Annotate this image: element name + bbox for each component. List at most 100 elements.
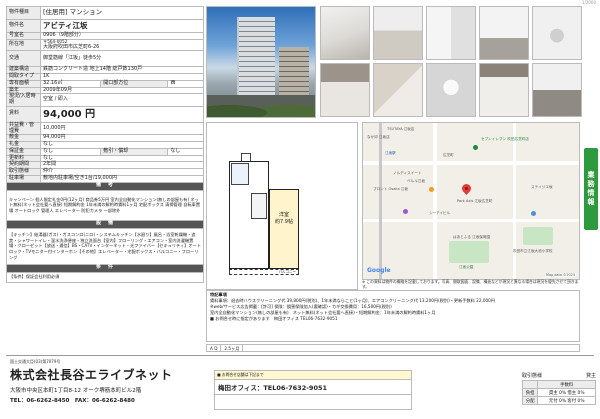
ad-label: A D bbox=[207, 345, 222, 351]
transaction-title: 取引態様 bbox=[522, 373, 543, 379]
spec-table: 物件種目 [住居用] マンション 物件名 アビティ江坂 号室名 0906（9階部… bbox=[6, 6, 204, 283]
map-label: 吹田市立江坂大池小学校 bbox=[513, 249, 553, 253]
map-road bbox=[513, 123, 516, 279]
room-label: 号室名 bbox=[6, 32, 41, 40]
address-cell: 〒564-0052 大阪府吹田市広芝町6-26 bbox=[40, 38, 204, 52]
special-notes: 特記事項 賃料事項：退去時ハウスクリーニング代 39,800円(税別)、1年未満… bbox=[206, 290, 580, 342]
map-label: TSUTAYA 江坂店 bbox=[387, 127, 415, 131]
parking-label: 駐車場 bbox=[6, 174, 41, 183]
bathroom-area bbox=[231, 163, 249, 185]
map-label: セブンイレブン 吹田広芝町店 bbox=[481, 137, 529, 141]
license-number: 国土交通大臣(03)第7079号 bbox=[10, 359, 61, 364]
access-value: 御堂筋線「江坂」徒歩5分 bbox=[40, 50, 204, 68]
type-label: 物件種目 bbox=[6, 6, 41, 20]
equipment-heading: 設 備 bbox=[6, 219, 204, 229]
rent-label: 賃料 bbox=[6, 105, 41, 123]
map-label: 広芝町 bbox=[443, 153, 454, 157]
floor-plan[interactable]: 洋室 約7.9帖 バルコニー bbox=[206, 122, 358, 290]
company-phone: TEL：06-6262-8450 FAX：06-6262-8480 bbox=[10, 398, 135, 404]
photo-thumbnail[interactable] bbox=[532, 6, 582, 60]
special-notes-line: ■ お問合せ時に指定があります 梅田オフィス TEL06-7632-9051 bbox=[210, 316, 338, 322]
map-railway bbox=[379, 123, 382, 279]
map-label: ベルル江坂 bbox=[407, 179, 425, 183]
parking-value: 敷地内駐車場/空き1台/19,000円 bbox=[40, 174, 204, 183]
map-park bbox=[523, 227, 553, 245]
map-label: プロント Osaka 江坂 bbox=[373, 187, 408, 191]
property-location-pin-icon[interactable] bbox=[460, 182, 473, 196]
opening-label: 開口部方位 bbox=[100, 79, 169, 88]
map-park bbox=[449, 241, 489, 263]
main-room-label: 洋室 bbox=[278, 212, 289, 218]
map-label: なか卯 江坂店 bbox=[367, 135, 390, 139]
company-footer: 国土交通大臣(03)第7079号 株式会社長谷エライブネット 大阪市中央区本町1… bbox=[6, 355, 596, 415]
contact-box: ■ お問合せ店舗は下記まで 梅田オフィス：TEL06-7632-9051 bbox=[214, 370, 412, 410]
company-name: 株式会社長谷エライブネット bbox=[10, 368, 173, 382]
property-name: アビティ江坂 bbox=[40, 19, 204, 33]
remarks-text: キャンペーン 個人限定礼金0円(12ヶ月) 商品券5万円 室内全自動化マンション… bbox=[6, 189, 204, 221]
restaurant-marker-icon[interactable] bbox=[429, 187, 434, 192]
type-value: [住居用] マンション bbox=[40, 6, 204, 20]
kitchen-area bbox=[251, 193, 267, 219]
contact-note: ■ お問合せ店舗は下記まで bbox=[215, 371, 411, 379]
photo-thumbnail[interactable] bbox=[426, 6, 476, 60]
contact-office[interactable]: 梅田オフィス：TEL06-7632-9051 bbox=[215, 379, 411, 394]
pin-core bbox=[465, 186, 468, 190]
shop-marker-icon[interactable] bbox=[473, 145, 478, 150]
page-number: 1/2000 bbox=[581, 0, 596, 5]
map-disclaimer: ※ この資料は物件の概略を記載しております。写真、間取図面、設備、構造などが現況… bbox=[362, 279, 579, 289]
contact-blank-row bbox=[215, 394, 411, 406]
photo-thumbnail[interactable] bbox=[373, 63, 423, 117]
photo-thumbnail-grid bbox=[320, 6, 582, 117]
photo-thumbnail[interactable] bbox=[320, 63, 370, 117]
name-label: 物件名 bbox=[6, 19, 41, 33]
map-label: シーアイビル bbox=[429, 211, 451, 215]
map-label: はあとふる 江坂保育園 bbox=[453, 235, 491, 239]
street-trees-graphic bbox=[207, 95, 315, 117]
business-info-tab[interactable]: 業務情報 bbox=[584, 148, 598, 230]
transaction-terms: 取引態様 貸主 手数料 負担 貸主 0% 借主 0% 分配 元付 0% 客付 0… bbox=[521, 372, 596, 405]
transaction-header: 取引態様 貸主 bbox=[522, 372, 596, 379]
structure-value: 鉄筋コンクリート造 地上14階 総戸数130戸 bbox=[40, 66, 204, 75]
company-address: 大阪市中央区本町1丁目8-12 オーク堺筋本町ビル2階 bbox=[10, 388, 142, 394]
commission-row-value: 元付 0% 客付 0% bbox=[537, 396, 596, 405]
photo-thumbnail[interactable] bbox=[373, 6, 423, 60]
photo-thumbnail[interactable] bbox=[426, 63, 476, 117]
place-marker-icon[interactable] bbox=[531, 211, 536, 216]
photo-thumbnail[interactable] bbox=[532, 63, 582, 117]
ad-value: 2.5ヶ月 bbox=[221, 345, 244, 351]
opening-value: 西 bbox=[167, 79, 204, 88]
addr-label: 所在地 bbox=[6, 38, 41, 52]
contract-value: 2年間 bbox=[40, 161, 204, 170]
location-map[interactable]: TSUTAYA 江坂店 なか卯 江坂店 江坂駅 広芝町 セブンイレブン 吹田広芝… bbox=[362, 122, 580, 280]
shikibiki-value: なし bbox=[167, 147, 204, 156]
remarks-heading: 備 考 bbox=[6, 181, 204, 191]
map-credit: Map data ©2023 bbox=[545, 273, 576, 277]
conditions-heading: 条 件 bbox=[6, 263, 204, 273]
commission-header: 手数料 bbox=[537, 380, 596, 389]
entrance-door bbox=[241, 153, 251, 161]
photo-thumbnail[interactable] bbox=[479, 6, 529, 60]
shikibiki-label: 敷引・償却 bbox=[100, 147, 169, 156]
commission-row-value: 貸主 0% 借主 0% bbox=[537, 388, 596, 397]
google-logo: Google bbox=[367, 267, 391, 274]
google-logo-text: Google bbox=[367, 267, 391, 274]
map-label: ノルディスイート bbox=[393, 171, 422, 175]
commission-header bbox=[521, 380, 539, 389]
renewal-value: なし bbox=[40, 154, 204, 163]
ad-strip-blank bbox=[243, 345, 579, 351]
place-marker-icon[interactable] bbox=[403, 209, 408, 214]
building-exterior-photo[interactable] bbox=[206, 6, 316, 118]
fee-value: 10,000円 bbox=[40, 121, 204, 136]
main-room: 洋室 約7.9帖 bbox=[269, 189, 299, 269]
fee-label: 共益費・管理費 bbox=[6, 121, 41, 136]
map-label: Park Axis 江坂広芝町 bbox=[457, 199, 493, 203]
map-label: 江坂公園 bbox=[459, 265, 474, 269]
photo-thumbnail[interactable] bbox=[320, 6, 370, 60]
photo-thumbnail[interactable] bbox=[479, 63, 529, 117]
ad-strip: A D 2.5ヶ月 bbox=[206, 344, 580, 352]
built-value: 2009年09月 bbox=[40, 86, 204, 95]
commission-table: 手数料 負担 貸主 0% 借主 0% 分配 元付 0% 客付 0% bbox=[521, 380, 596, 405]
occupancy-value: 空室 / 即入 bbox=[40, 93, 204, 107]
balcony: バルコニー bbox=[229, 269, 299, 275]
commission-row-label: 負担 bbox=[521, 388, 539, 397]
